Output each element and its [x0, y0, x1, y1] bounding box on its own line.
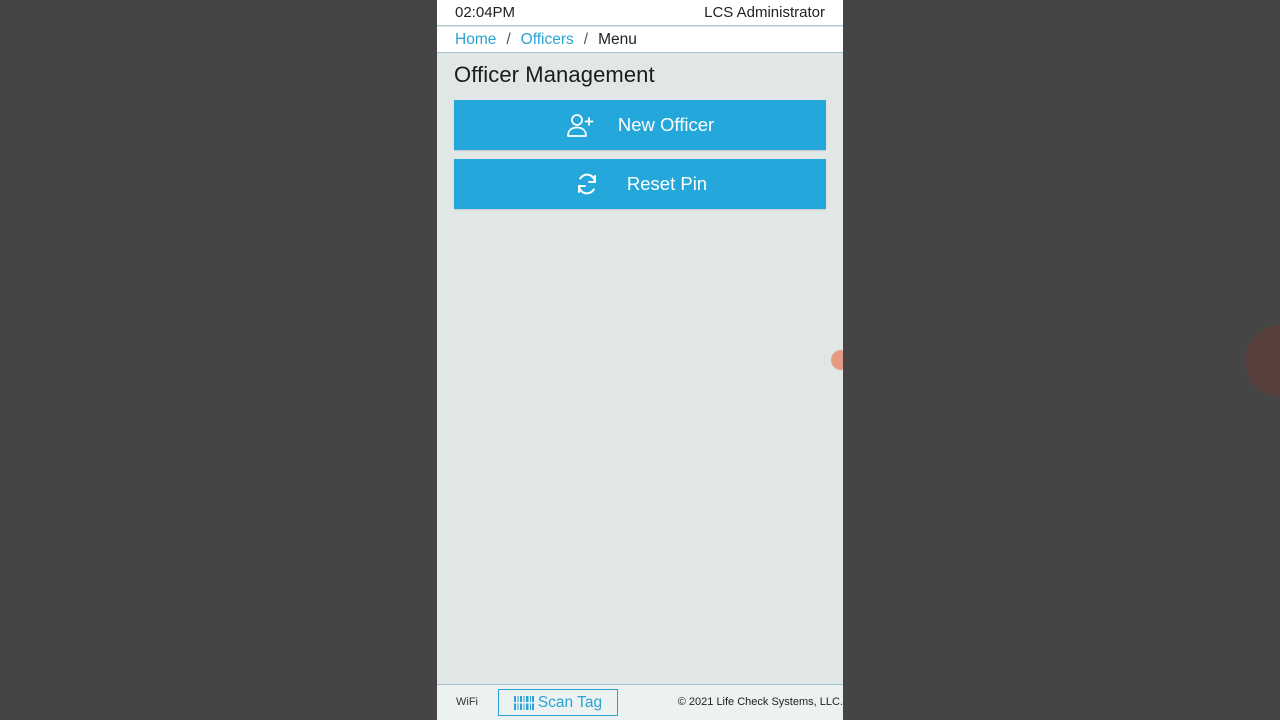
breadcrumb-separator: /	[583, 30, 589, 48]
copyright-text: © 2021 Life Check Systems, LLC.	[677, 696, 843, 708]
refresh-icon	[573, 170, 601, 198]
footer-bar: WiFi Scan Tag © 2021 Life Check Systems,…	[437, 684, 843, 720]
page-title: Officer Management	[454, 62, 655, 87]
status-bar: 02:04PM LCS Administrator	[437, 0, 843, 26]
breadcrumb: Home / Officers / Menu	[437, 27, 843, 53]
breadcrumb-current: Menu	[598, 30, 637, 48]
breadcrumb-separator: /	[506, 30, 511, 48]
scan-tag-label: Scan Tag	[537, 693, 603, 711]
edge-overlay-blob	[1245, 325, 1280, 397]
user-plus-icon	[566, 111, 594, 139]
barcode-icon	[513, 695, 534, 711]
wifi-status: WiFi	[456, 696, 478, 708]
status-user: LCS Administrator	[704, 4, 825, 21]
reset-pin-label: Reset Pin	[626, 173, 708, 194]
status-time: 02:04PM	[455, 4, 516, 21]
app-screen: 02:04PM LCS Administrator Home / Officer…	[437, 0, 843, 720]
breadcrumb-officers-link[interactable]: Officers	[521, 31, 574, 49]
floating-action-handle[interactable]	[831, 350, 843, 370]
breadcrumb-home-link[interactable]: Home	[455, 31, 496, 49]
new-officer-button[interactable]: New Officer	[454, 100, 826, 150]
reset-pin-button[interactable]: Reset Pin	[454, 159, 826, 209]
new-officer-label: New Officer	[617, 114, 715, 135]
scan-tag-button[interactable]: Scan Tag	[498, 689, 618, 716]
